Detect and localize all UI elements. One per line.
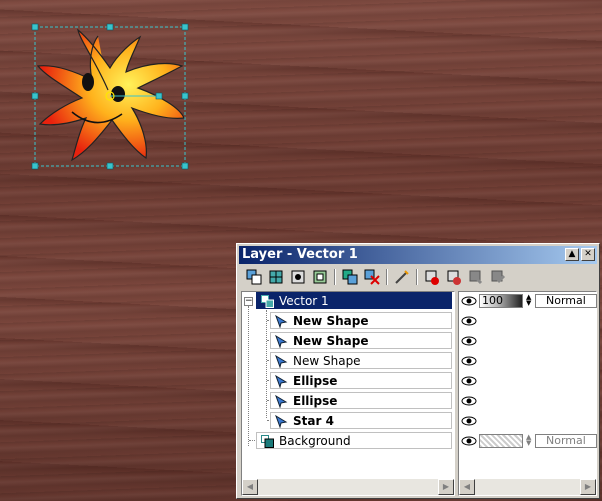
shape-icon — [275, 415, 288, 428]
new-vector-layer-icon[interactable] — [245, 268, 263, 286]
layer-label: New Shape — [293, 334, 369, 348]
resize-handle-nw[interactable] — [31, 23, 39, 31]
layer-row-star-4[interactable]: Star 4 — [270, 412, 452, 429]
opacity-field-disabled — [479, 434, 523, 448]
visibility-eye-icon[interactable] — [461, 315, 477, 327]
opacity-spinner: ▲ ▼ — [526, 433, 532, 447]
collapse-toggle[interactable]: − — [244, 297, 253, 306]
layer-properties-pane: 100 ▲ ▼ Normal ▲ ▼ Normal ◀ ▶ — [458, 291, 597, 496]
visibility-eye-icon[interactable] — [461, 335, 477, 347]
new-raster-layer-icon[interactable] — [267, 268, 285, 286]
layer-label: Ellipse — [293, 374, 338, 388]
layer-row-new-shape[interactable]: New Shape — [270, 312, 452, 329]
edit-properties-icon[interactable] — [393, 268, 411, 286]
layer-palette: Layer - Vector 1 ▲ ✕ − Vector 1 New Shap… — [236, 243, 600, 499]
visibility-eye-icon[interactable] — [461, 395, 477, 407]
layer-label: New Shape — [293, 314, 369, 328]
layer-tree[interactable]: − Vector 1 New Shape New Shape New Shape… — [241, 291, 455, 496]
visibility-eye-icon[interactable] — [461, 295, 477, 307]
scroll-right-icon[interactable]: ▶ — [438, 479, 454, 495]
left-eye-shape[interactable] — [82, 73, 94, 91]
visibility-eye-icon[interactable] — [461, 375, 477, 387]
shape-icon — [275, 395, 288, 408]
shape-icon — [275, 375, 288, 388]
unlock-icon[interactable] — [445, 268, 463, 286]
layer-label: Star 4 — [293, 414, 334, 428]
new-adjustment-layer-icon[interactable] — [311, 268, 329, 286]
resize-handle-ne[interactable] — [181, 23, 189, 31]
layer-label: Vector 1 — [279, 294, 329, 308]
close-icon[interactable]: ✕ — [581, 248, 595, 261]
shape-icon — [275, 335, 288, 348]
shape-icon — [275, 315, 288, 328]
rotation-handle[interactable] — [155, 92, 163, 100]
scroll-left-icon[interactable]: ◀ — [459, 479, 475, 495]
resize-handle-se[interactable] — [181, 162, 189, 170]
layer-row-ellipse[interactable]: Ellipse — [270, 392, 452, 409]
scroll-right-icon[interactable]: ▶ — [580, 479, 596, 495]
scroll-left-icon[interactable]: ◀ — [242, 479, 258, 495]
unlink-icon[interactable] — [489, 268, 507, 286]
opacity-spinner[interactable]: ▲ ▼ — [526, 294, 533, 308]
opacity-field[interactable]: 100 — [479, 294, 523, 308]
link-icon[interactable] — [467, 268, 485, 286]
resize-handle-w[interactable] — [31, 92, 39, 100]
visibility-eye-icon[interactable] — [461, 435, 477, 447]
layer-label: New Shape — [293, 354, 361, 368]
vector-layer-icon — [261, 295, 274, 308]
resize-handle-s[interactable] — [106, 162, 114, 170]
palette-title: Layer - Vector 1 — [242, 247, 358, 262]
layer-row-background[interactable]: Background — [256, 432, 452, 449]
resize-handle-n[interactable] — [106, 23, 114, 31]
layer-label: Background — [279, 434, 351, 448]
delete-layer-icon[interactable] — [363, 268, 381, 286]
resize-handle-sw[interactable] — [31, 162, 39, 170]
layer-row-new-shape[interactable]: New Shape — [270, 332, 452, 349]
visibility-eye-icon[interactable] — [461, 355, 477, 367]
layer-row-vector-1[interactable]: Vector 1 — [256, 292, 452, 309]
duplicate-layer-icon[interactable] — [341, 268, 359, 286]
visibility-eye-icon[interactable] — [461, 415, 477, 427]
layer-row-new-shape[interactable]: New Shape — [270, 352, 452, 369]
layer-row-ellipse[interactable]: Ellipse — [270, 372, 452, 389]
new-mask-layer-icon[interactable] — [289, 268, 307, 286]
blend-mode-select[interactable]: Normal — [535, 294, 597, 308]
layer-label: Ellipse — [293, 394, 338, 408]
tree-horizontal-scrollbar[interactable]: ◀ ▶ — [242, 479, 454, 495]
lock-visibility-icon[interactable] — [423, 268, 441, 286]
props-horizontal-scrollbar[interactable]: ◀ ▶ — [459, 479, 596, 495]
blend-mode-select: Normal — [535, 434, 597, 448]
shape-icon — [275, 355, 288, 368]
palette-titlebar[interactable]: Layer - Vector 1 ▲ ✕ — [239, 246, 597, 264]
raster-layer-icon — [261, 435, 274, 448]
layer-toolbar — [241, 267, 595, 289]
resize-handle-e[interactable] — [181, 92, 189, 100]
minimize-icon[interactable]: ▲ — [565, 248, 579, 261]
